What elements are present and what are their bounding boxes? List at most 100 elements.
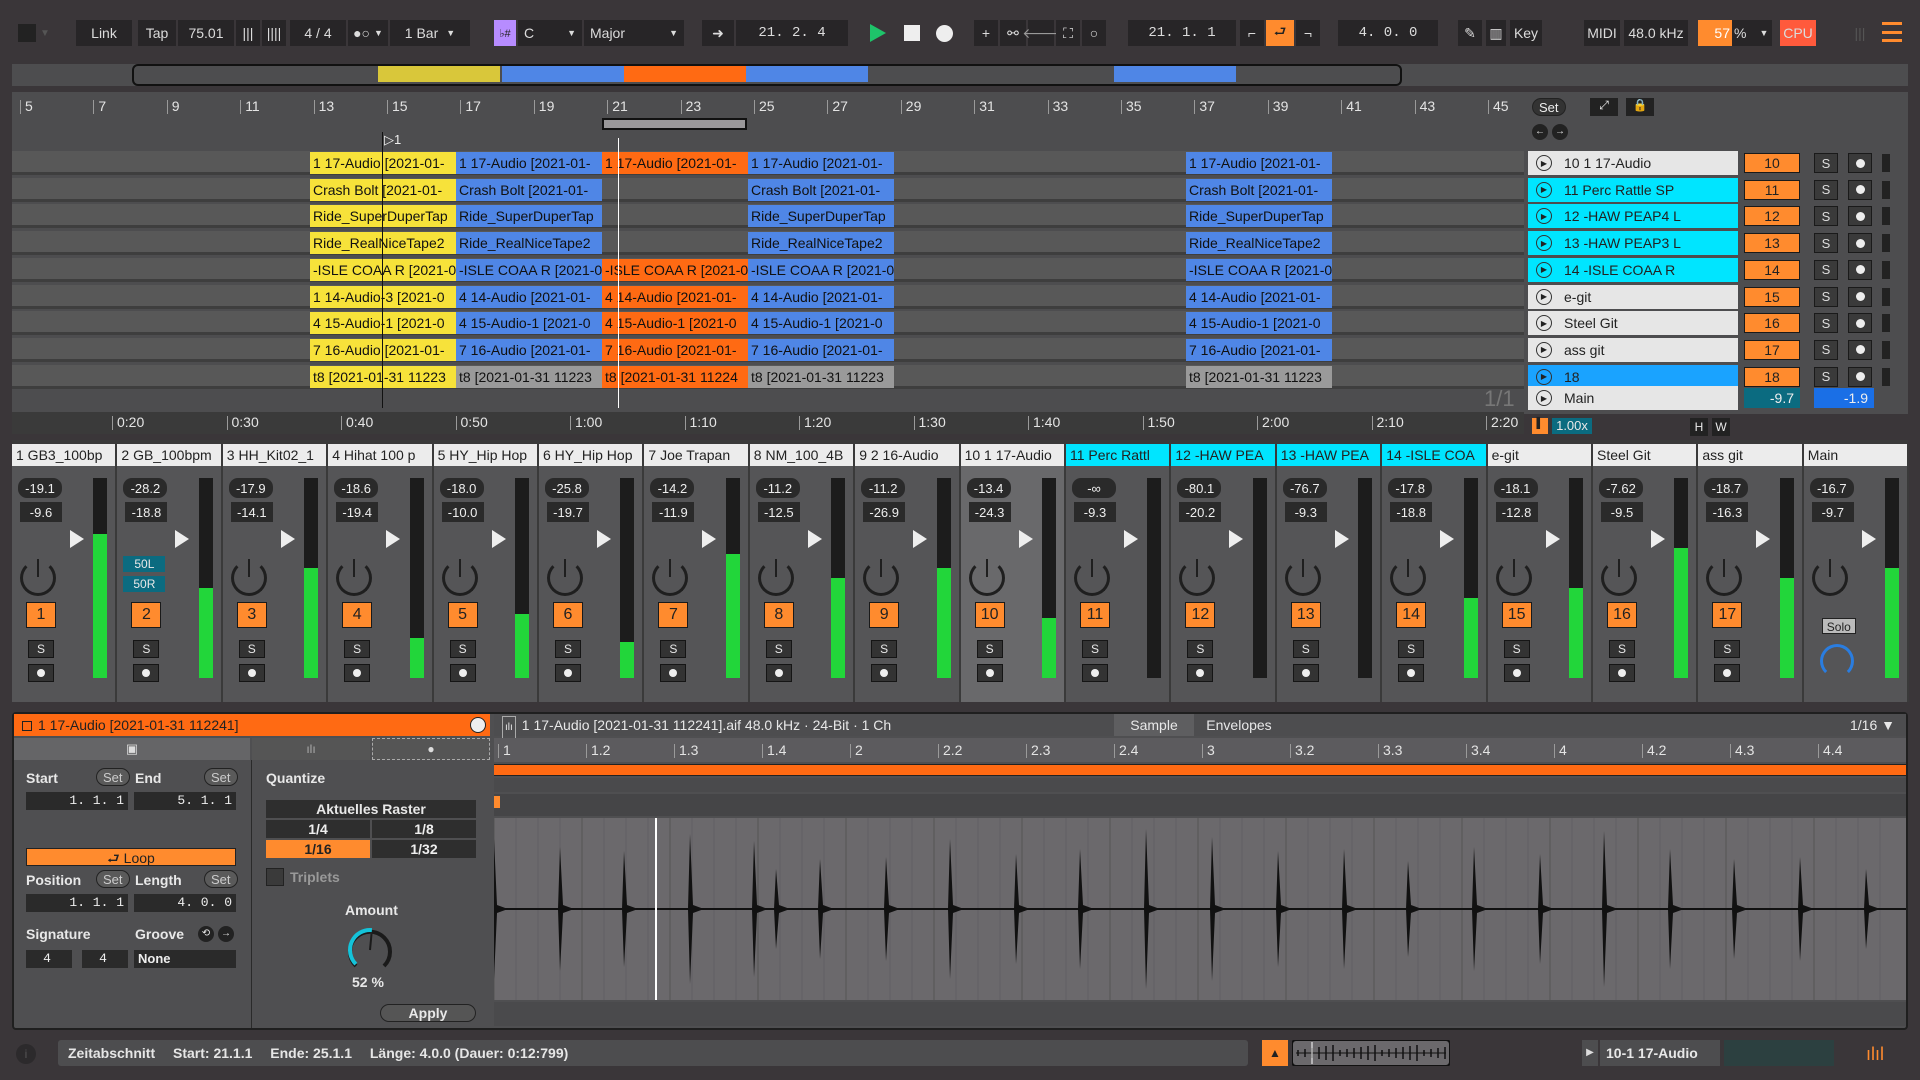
capture-button[interactable]: ⛶	[1056, 20, 1080, 46]
peak-readout[interactable]: -11.2	[755, 478, 800, 498]
peak-readout[interactable]: -16.7	[1809, 478, 1854, 498]
strip-name[interactable]: 10 1 17-Audio	[960, 444, 1064, 466]
arrangement-clip[interactable]: 1 17-Audio [2021-01-	[1186, 152, 1332, 174]
fader-handle[interactable]	[807, 530, 822, 548]
arrangement-clip[interactable]: 4 15-Audio-1 [2021-0	[456, 312, 602, 335]
triplets-checkbox[interactable]	[266, 868, 284, 886]
quantization-dropdown[interactable]: 1 Bar ▼	[390, 20, 470, 46]
fader-handle[interactable]	[175, 530, 190, 548]
volume-field[interactable]: -24.3	[968, 502, 1011, 522]
stop-button[interactable]	[904, 25, 920, 41]
length-field[interactable]: 4. 0. 0	[134, 894, 236, 912]
arrangement-clip[interactable]: Ride_RealNiceTape2	[1186, 232, 1332, 255]
link-button[interactable]: Link	[76, 20, 132, 46]
clip-tab-launch[interactable]: ▣	[14, 738, 250, 760]
peak-readout[interactable]: -13.4	[966, 478, 1011, 498]
strip-name[interactable]: 14 -ISLE COA	[1382, 444, 1486, 466]
fader-handle[interactable]	[1651, 530, 1665, 548]
arrangement-clip[interactable]: t8 [2021-01-31 11224	[602, 365, 748, 388]
arm-button[interactable]	[1848, 179, 1872, 200]
strip-name[interactable]: 2 GB_100bpm	[117, 444, 221, 466]
arm-button[interactable]	[1848, 286, 1872, 307]
mixer-toggle-icon[interactable]: ılıl	[1866, 1044, 1884, 1065]
arm-button[interactable]	[133, 664, 160, 682]
arrangement-clip[interactable]: -ISLE COAA R [2021-0	[1186, 258, 1332, 281]
beat-ruler[interactable]: 5 7 9 11 13 15 17 19 21 23 25 27 29 31 33 35 37 39 41 43 45	[12, 92, 1524, 122]
solo-button[interactable]: S	[1714, 640, 1741, 658]
loop-start-field[interactable]: 21. 1. 1	[1128, 20, 1236, 46]
start-marker-lane[interactable]	[494, 778, 1906, 792]
strip-name[interactable]: 3 HH_Kit02_1	[222, 444, 327, 466]
clip-loop-bar[interactable]	[494, 764, 1906, 776]
solo-button[interactable]: S	[555, 640, 581, 658]
level-meter[interactable]	[725, 478, 740, 678]
pan-knob[interactable]	[1179, 559, 1216, 596]
arrangement-clip[interactable]: Ride_SuperDuperTap	[456, 205, 602, 228]
pan-knob[interactable]	[1495, 559, 1532, 596]
volume-field[interactable]: -26.9	[863, 502, 906, 522]
zoom-factor[interactable]: 1.00x	[1552, 418, 1592, 434]
arrangement-clip[interactable]: 1 17-Audio [2021-01-	[456, 152, 602, 174]
strip-name[interactable]: 7 Joe Trapan	[644, 444, 748, 466]
pan-knob[interactable]	[652, 559, 689, 596]
strip-name[interactable]: 13 -HAW PEA	[1276, 444, 1381, 466]
arm-button[interactable]	[1082, 664, 1108, 682]
arm-button[interactable]	[1848, 233, 1872, 254]
level-meter[interactable]	[1358, 478, 1373, 678]
loop-button[interactable]: ⮐ Loop	[26, 848, 236, 866]
signature-field[interactable]: 4 / 4	[290, 20, 346, 46]
track-activator[interactable]: 8	[763, 602, 794, 628]
solo-button[interactable]: S	[449, 640, 476, 658]
arm-button[interactable]	[344, 664, 371, 682]
warp-marker-lane[interactable]	[494, 794, 1906, 816]
level-meter[interactable]	[1674, 478, 1689, 678]
arm-button[interactable]	[1848, 366, 1872, 387]
fader-handle[interactable]	[1861, 530, 1876, 548]
level-meter[interactable]	[620, 478, 635, 678]
cue-volume-knob[interactable]	[1819, 644, 1854, 678]
arrangement-clip[interactable]: Ride_SuperDuperTap	[1186, 205, 1332, 228]
arrangement-clip[interactable]: 1 17-Audio [2021-01-	[602, 152, 748, 174]
apply-button[interactable]: Apply	[380, 1004, 476, 1022]
arm-button[interactable]	[1848, 313, 1872, 334]
level-meter[interactable]	[198, 478, 213, 678]
track-activator[interactable]: 18	[1744, 366, 1800, 387]
arrangement-clip[interactable]: 1 17-Audio [2021-01-	[748, 152, 894, 174]
arrangement-overview[interactable]	[12, 64, 1908, 86]
strip-name[interactable]: e-git	[1487, 444, 1591, 466]
h-button[interactable]: H	[1690, 418, 1708, 436]
volume-field[interactable]: -12.5	[757, 502, 800, 522]
strip-name[interactable]: 4 Hihat 100 p	[328, 444, 432, 466]
pan-knob[interactable]	[20, 559, 56, 596]
quantize-option[interactable]: 1/8	[372, 820, 476, 838]
arrangement-clip[interactable]: 7 16-Audio [2021-01-	[602, 338, 748, 361]
fader-handle[interactable]	[1334, 530, 1349, 548]
track-header[interactable]: ▶ 10 1 17-Audio	[1528, 151, 1738, 175]
scale-mode-button[interactable]: ♭#	[494, 20, 516, 46]
waveform-display[interactable]	[494, 818, 1906, 1000]
play-button[interactable]	[870, 24, 886, 42]
peak-readout[interactable]: -18.7	[1704, 478, 1749, 498]
arrangement-position[interactable]: 21. 2. 4	[736, 20, 848, 46]
loop-length-field[interactable]: 4. 0. 0	[1338, 20, 1438, 46]
strip-name[interactable]: 1 GB3_100bp	[12, 444, 116, 466]
strip-name[interactable]: ass git	[1698, 444, 1802, 466]
arm-button[interactable]	[1848, 153, 1872, 173]
main-volume[interactable]: -9.7	[1744, 388, 1800, 408]
fader-handle[interactable]	[597, 530, 611, 548]
solo-button[interactable]: S	[1814, 259, 1838, 280]
quantize-current-button[interactable]: Aktuelles Raster	[266, 800, 476, 818]
peak-readout[interactable]: -18.6	[334, 478, 379, 498]
peak-readout[interactable]: -19.1	[18, 478, 62, 498]
solo-mode-button[interactable]: Solo	[1821, 618, 1856, 634]
quantize-option[interactable]: 1/16	[266, 840, 370, 858]
arm-button[interactable]	[1292, 664, 1319, 682]
arrangement-clip[interactable]: 7 16-Audio [2021-01-	[1186, 338, 1332, 361]
peak-readout[interactable]: -11.2	[861, 478, 906, 498]
solo-button[interactable]: S	[133, 640, 160, 658]
strip-name[interactable]: 11 Perc Rattl	[1066, 444, 1170, 466]
arm-button[interactable]	[555, 664, 581, 682]
track-activator[interactable]: 3	[236, 602, 267, 628]
arrangement-clip[interactable]: Ride_RealNiceTape2	[748, 232, 894, 255]
volume-field[interactable]: -10.0	[441, 502, 484, 522]
